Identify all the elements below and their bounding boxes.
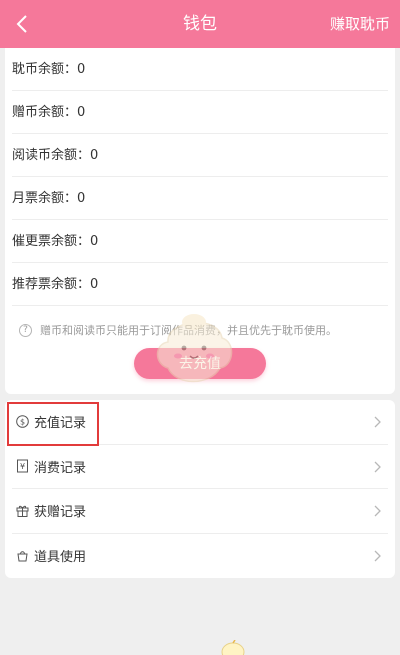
svg-text:$: $ <box>19 418 24 427</box>
balance-value: 0 <box>90 277 99 292</box>
balance-row-danbi: 耽币余额：0 <box>12 48 388 91</box>
top-bar: 钱包 赚取耽币 <box>0 0 400 48</box>
balance-value: 0 <box>77 191 86 206</box>
balance-label: 阅读币余额： <box>12 148 91 163</box>
menu-item-gift-records[interactable]: 获赠记录 <box>12 489 388 534</box>
chevron-right-icon <box>374 416 381 428</box>
receipt-icon: ¥ <box>15 459 29 473</box>
records-menu: $ 充值记录 ¥ 消费记录 获赠记录 道具使用 <box>5 400 395 578</box>
balance-row-urge-ticket: 催更票余额：0 <box>12 220 388 263</box>
note-text: 赠币和阅读币只能用于订阅作品消费，并且优先于耽币使用。 <box>40 324 337 337</box>
bag-icon <box>15 549 29 563</box>
recharge-button[interactable]: 去充值 <box>134 348 266 379</box>
balance-label: 催更票余额： <box>12 234 91 249</box>
balance-label: 推荐票余额： <box>12 277 91 292</box>
balance-label: 赠币余额： <box>12 105 78 120</box>
chevron-right-icon <box>374 461 381 472</box>
balance-value: 0 <box>90 234 99 249</box>
menu-item-label: 充值记录 <box>34 416 87 432</box>
coin-usage-note: ? 赠币和阅读币只能用于订阅作品消费，并且优先于耽币使用。 <box>19 320 389 340</box>
mascot-peek-icon <box>221 640 245 655</box>
dollar-circle-icon: $ <box>15 415 29 429</box>
menu-item-label: 道具使用 <box>34 550 87 566</box>
question-circle-icon: ? <box>19 323 32 337</box>
balance-row-gift-coin: 赠币余额：0 <box>12 91 388 134</box>
earn-coins-link[interactable]: 赚取耽币 <box>330 0 390 48</box>
balance-label: 月票余额： <box>12 191 78 206</box>
balance-value: 0 <box>77 105 86 120</box>
balance-label: 耽币余额： <box>12 62 78 77</box>
balance-row-read-coin: 阅读币余额：0 <box>12 134 388 177</box>
balance-value: 0 <box>77 62 86 77</box>
menu-item-label: 消费记录 <box>34 460 87 476</box>
balance-row-recommend-ticket: 推荐票余额：0 <box>12 263 388 306</box>
svg-text:¥: ¥ <box>19 462 24 471</box>
balance-card: 耽币余额：0 赠币余额：0 阅读币余额：0 月票余额：0 催更票余额：0 推荐票… <box>5 48 395 394</box>
balance-value: 0 <box>90 148 99 163</box>
menu-item-consumption-records[interactable]: ¥ 消费记录 <box>12 445 388 489</box>
gift-icon <box>15 504 29 518</box>
balance-row-monthly-ticket: 月票余额：0 <box>12 177 388 220</box>
chevron-right-icon <box>374 550 381 561</box>
chevron-right-icon <box>374 505 381 517</box>
menu-item-label: 获赠记录 <box>34 505 87 521</box>
menu-item-prop-usage[interactable]: 道具使用 <box>12 534 388 579</box>
menu-item-recharge-records[interactable]: $ 充值记录 <box>12 400 388 445</box>
